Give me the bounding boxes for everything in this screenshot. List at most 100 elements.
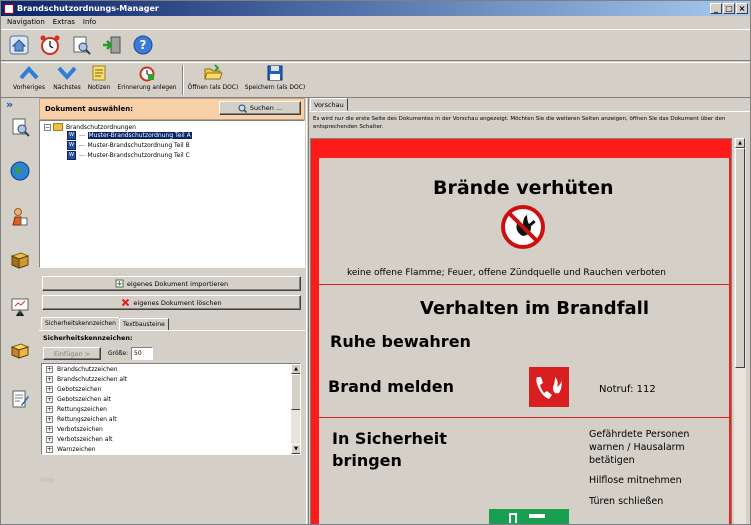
doc-action: betätigen — [589, 455, 635, 466]
list-item[interactable]: + Brandschutzzeichen — [46, 366, 118, 373]
size-input[interactable]: 50 — [131, 347, 153, 360]
list-item-label: Rettungszeichen — [57, 406, 107, 413]
doc-step-sicherheit-2: bringen — [332, 451, 402, 470]
person-hand-icon[interactable] — [7, 204, 33, 230]
preview-scrollbar[interactable]: ▲ — [734, 138, 746, 524]
scroll-thumb[interactable] — [291, 374, 300, 410]
tree-item-label: Muster-Brandschutzordnung Teil A — [87, 132, 192, 139]
doc-step-melden: Brand melden — [328, 377, 454, 396]
collapse-icon[interactable]: − — [44, 123, 51, 131]
doc-action: Türen schließen — [589, 496, 664, 507]
globe-icon[interactable] — [7, 158, 33, 184]
tab-strip: Sicherheitskennzeichen Textbausteine — [39, 317, 305, 331]
doc-section-title: Verhalten im Brandfall — [420, 298, 650, 319]
notebook-icon[interactable] — [7, 338, 33, 364]
folder-icon — [53, 123, 63, 131]
delete-document-button[interactable]: eigenes Dokument löschen — [42, 295, 301, 310]
app-window: Brandschutzordnungs-Manager _ □ × Naviga… — [0, 0, 751, 525]
doc-divider — [319, 417, 729, 418]
size-label: Größe: — [108, 350, 129, 357]
tab-sicherheitskennzeichen[interactable]: Sicherheitskennzeichen — [41, 317, 120, 330]
floppy-disk-icon — [267, 65, 283, 81]
book-icon[interactable] — [7, 248, 33, 274]
list-item[interactable]: + Rettungszeichen — [46, 406, 107, 413]
bottom-hint: blog — [41, 477, 54, 484]
doc-action: Hilflose mitnehmen — [589, 475, 682, 486]
window-title: Brandschutzordnungs-Manager — [17, 4, 159, 13]
splitter[interactable] — [306, 98, 309, 524]
title-bar[interactable]: Brandschutzordnungs-Manager _ □ × — [1, 1, 750, 16]
presentation-board-icon[interactable] — [7, 294, 33, 320]
save-doc-button[interactable]: Speichern (als DOC) — [243, 63, 307, 97]
tree-item[interactable]: W --- Muster-Brandschutzordnung Teil A — [67, 131, 192, 140]
navigation-toolbar: Vorheriges Nächstes Notizen Erinnerung a… — [1, 62, 750, 98]
reminder-label: Erinnerung anlegen — [117, 84, 177, 91]
doc-action: Gefährdete Personen — [589, 429, 690, 440]
list-item-label: Verbotszeichen — [57, 426, 103, 433]
list-item-label: Brandschutzzeichen alt — [57, 376, 128, 383]
list-item-label: Rettungszeichen alt — [57, 416, 117, 423]
home-icon[interactable] — [7, 33, 31, 57]
list-item-label: Verbotszeichen alt — [57, 436, 113, 443]
app-icon — [4, 3, 14, 14]
next-button[interactable]: Nächstes — [47, 63, 87, 97]
scroll-up-icon[interactable]: ▲ — [735, 138, 745, 148]
minimize-button[interactable]: _ — [710, 3, 722, 14]
exit-door-icon[interactable] — [100, 33, 124, 57]
doc-divider — [319, 284, 729, 285]
close-button[interactable]: × — [736, 3, 748, 14]
edit-document-icon[interactable] — [7, 386, 33, 412]
sidebar-collapse-icon[interactable]: » — [6, 98, 13, 111]
arrow-up-icon — [19, 65, 39, 80]
menu-extras[interactable]: Extras — [53, 18, 75, 26]
menu-bar: Navigation Extras Info — [1, 16, 750, 28]
maximize-button[interactable]: □ — [723, 3, 735, 14]
list-item[interactable]: + Rettungszeichen alt — [46, 416, 117, 423]
main-toolbar: ? — [1, 29, 750, 61]
tree-item[interactable]: W --- Muster-Brandschutzordnung Teil C — [67, 151, 190, 160]
word-document-icon: W — [67, 141, 76, 150]
help-icon[interactable]: ? — [131, 33, 155, 57]
menu-info[interactable]: Info — [83, 18, 96, 26]
list-scrollbar[interactable]: ▲ ▼ — [291, 364, 300, 454]
import-document-button[interactable]: eigenes Dokument importieren — [42, 276, 301, 291]
list-item[interactable]: + Verbotszeichen alt — [46, 436, 112, 443]
word-document-icon: W — [67, 131, 76, 140]
doc-title: Brände verhüten — [433, 177, 614, 199]
list-item[interactable]: + Gebotszeichen alt — [46, 396, 111, 403]
list-item[interactable]: + Verbotszeichen — [46, 426, 103, 433]
word-document-icon: W — [67, 151, 76, 160]
scroll-down-icon[interactable]: ▼ — [291, 444, 300, 454]
scroll-up-icon[interactable]: ▲ — [291, 364, 300, 374]
list-item-label: Warnzeichen — [57, 446, 96, 453]
search-button-label: Suchen ... — [249, 104, 283, 112]
list-item[interactable]: + Warnzeichen — [46, 446, 96, 453]
alarm-clock-icon[interactable] — [38, 33, 62, 57]
open-doc-button[interactable]: Öffnen (als DOC) — [187, 63, 239, 97]
tree-root-label: Brandschutzordnungen — [66, 123, 136, 131]
previous-label: Vorheriges — [13, 84, 45, 91]
notes-icon — [92, 65, 106, 81]
search-button[interactable]: Suchen ... — [219, 101, 301, 115]
emergency-exit-sign-icon — [489, 509, 569, 524]
list-item[interactable]: + Gebotszeichen — [46, 386, 101, 393]
tab-vorschau[interactable]: Vorschau — [310, 98, 348, 111]
reminder-button[interactable]: Erinnerung anlegen — [115, 63, 179, 97]
doc-action: warnen / Hausalarm — [589, 442, 685, 453]
svg-text:?: ? — [140, 38, 147, 52]
menu-navigation[interactable]: Navigation — [7, 18, 45, 26]
document-search-icon[interactable] — [7, 114, 33, 140]
tree-root[interactable]: − Brandschutzordnungen — [44, 123, 136, 131]
tree-item-label: Muster-Brandschutzordnung Teil B — [87, 142, 190, 149]
print-preview-icon[interactable] — [69, 33, 93, 57]
list-item-label: Gebotszeichen — [57, 386, 102, 393]
notes-button[interactable]: Notizen — [85, 63, 113, 97]
arrow-down-icon — [57, 66, 77, 81]
list-item[interactable]: + Brandschutzzeichen alt — [46, 376, 127, 383]
scroll-thumb[interactable] — [735, 148, 745, 368]
doc-step-sicherheit-1: In Sicherheit — [332, 429, 447, 448]
insert-button[interactable]: Einfügen > — [43, 347, 101, 360]
tree-item[interactable]: W --- Muster-Brandschutzordnung Teil B — [67, 141, 190, 150]
document-select-title: Dokument auswählen: — [45, 105, 134, 113]
previous-button[interactable]: Vorheriges — [9, 63, 49, 97]
